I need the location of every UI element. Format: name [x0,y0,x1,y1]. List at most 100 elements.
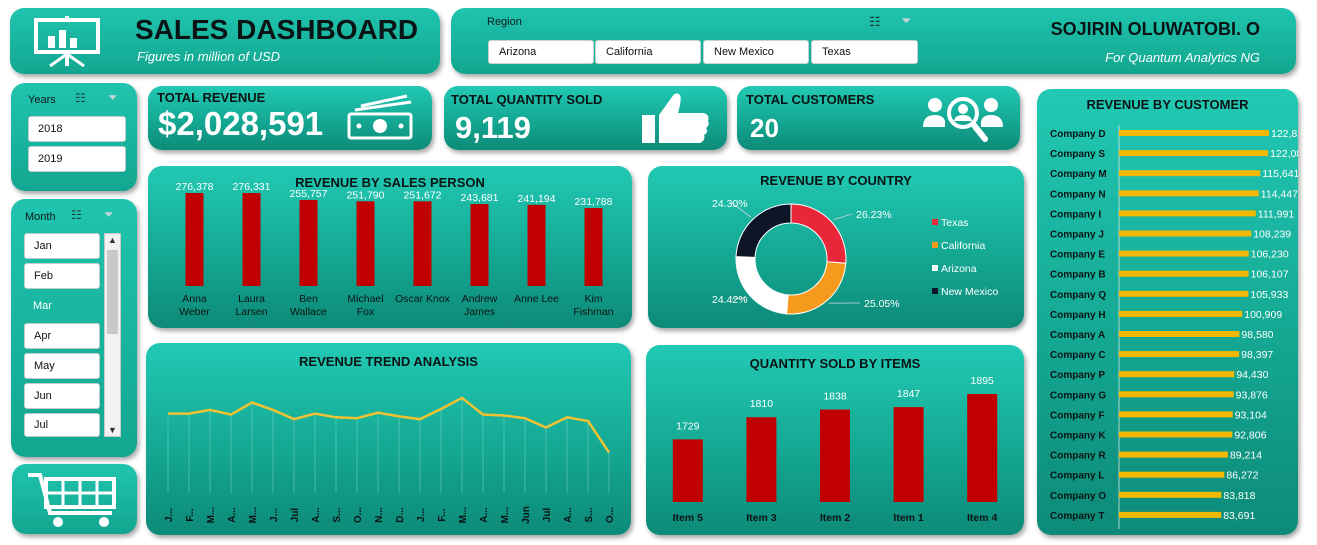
customer-bar-chart: Company D 122,821 Company S 122,085 Company … [1050,125,1298,529]
customer-bar-label: 114,447 [1261,188,1298,200]
customer-bar-label: 98,397 [1241,349,1273,361]
sales-bar [413,201,432,286]
legend-swatch [932,242,938,248]
customer-label: Company O [1050,491,1106,502]
region-chip-texas[interactable]: Texas [811,40,918,64]
customer-bar-label: 105,933 [1250,289,1288,301]
item-category-label: Item 2 [820,512,851,524]
years-slicer: Years ☷ ⏷ 2018 2019 [11,83,137,191]
customer-bar-label: 83,691 [1223,510,1255,522]
month-jan-button[interactable]: Jan [24,233,100,259]
page-subtitle: Figures in million of USD [137,49,281,64]
sales-bar-label: 243,681 [461,192,499,204]
trend-x-label: S... [332,507,343,522]
sales-bar-label: 276,331 [233,181,271,193]
customer-label: Company C [1050,350,1106,361]
customer-bar [1119,511,1222,518]
kpi-total-quantity: TOTAL QUANTITY SOLD 9,119 [444,86,727,150]
customer-label: Company K [1050,431,1106,442]
customer-bar [1119,170,1261,177]
sales-bar [185,193,204,286]
trend-x-label: A... [479,507,490,523]
country-donut-chart: 26.23% 25.05% 24.42% 24.30% Texas California A… [712,198,998,315]
cart-card [12,464,137,534]
region-chip-arizona[interactable]: Arizona [488,40,594,64]
sales-category-label: Anne Lee [514,293,559,305]
region-slicer-card: Region ☷ ⏷ Arizona California New Mexico… [451,8,1296,74]
year-2018-button[interactable]: 2018 [28,116,126,142]
trend-x-label: F... [437,508,448,522]
month-scrollbar[interactable]: ▲ ▼ [104,233,121,437]
legend-label: Arizona [941,263,977,275]
sales-category-label: Weber [179,306,210,318]
customer-label: Company A [1050,330,1105,341]
item-bar [672,439,703,502]
multi-select-icon[interactable]: ☷ [71,208,82,222]
clear-filter-icon[interactable]: ⏷ [901,13,911,29]
sales-category-label: Anna [182,293,207,305]
kpi-revenue-value: $2,028,591 [158,105,324,142]
sales-person-chart: 276,378 AnnaWeber 276,331 LauraLarsen 255,75… [176,181,614,318]
customer-bar-label: 94,430 [1236,369,1268,381]
item-bar-label: 1838 [823,391,847,403]
customer-bar [1119,371,1235,378]
customer-bar [1119,230,1252,237]
trend-x-label: J... [416,508,427,522]
sales-category-label: Kim [584,293,602,305]
sales-category-label: Michael [347,293,383,305]
region-chip-new-mexico[interactable]: New Mexico [703,40,809,64]
trend-chart-card: REVENUE TREND ANALYSIS J... F... M... A... M… [146,343,631,535]
customer-bar [1119,451,1228,458]
clear-filter-icon[interactable]: ⏷ [108,90,118,105]
item-category-label: Item 3 [746,512,777,524]
sales-category-label: Fox [357,306,375,318]
sales-category-label: Oscar Knox [395,293,451,305]
customer-label: Company E [1050,250,1105,261]
customer-label: Company G [1050,390,1106,401]
sales-bar [299,199,318,286]
customer-bar-label: 122,085 [1270,148,1298,160]
month-jun-button[interactable]: Jun [24,383,100,409]
sales-bar-label: 251,790 [347,189,385,201]
month-apr-button[interactable]: Apr [24,323,100,349]
country-chart-card: REVENUE BY COUNTRY 26.23% 25.05% 24.42% 24.… [648,166,1024,328]
trend-x-label: Jul [542,508,553,523]
trend-x-label: A... [311,507,322,523]
country-slice-label: 24.30% [712,198,748,210]
customer-bar-label: 106,230 [1251,249,1289,261]
customer-label: Company L [1050,471,1104,482]
customer-label: Company B [1050,270,1106,281]
shopping-cart-icon [28,473,116,527]
items-bar-chart: 1729 Item 5 1810 Item 3 1838 Item 2 1847 Item 1… [672,375,998,524]
sales-category-label: Fishman [573,306,613,318]
month-mar-button[interactable]: Mar [33,300,52,312]
scroll-up-icon[interactable]: ▲ [108,235,117,245]
month-feb-button[interactable]: Feb [24,263,100,289]
customer-label: Company M [1050,169,1107,180]
customer-bar-label: 108,239 [1253,229,1291,241]
sales-person-chart-card: REVENUE BY SALES PERSON 276,378 Anna Weber… [148,166,632,328]
thumbs-up-icon [642,93,709,143]
customer-bar-label: 98,580 [1241,329,1273,341]
scroll-thumb[interactable] [107,250,118,334]
year-2019-button[interactable]: 2019 [28,146,126,172]
customer-bar [1119,150,1269,157]
item-category-label: Item 1 [893,512,924,524]
sales-category-label: Andrew [462,293,498,305]
country-slice-label: 26.23% [856,209,892,221]
legend-label: Texas [941,217,968,229]
month-may-button[interactable]: May [24,353,100,379]
scroll-down-icon[interactable]: ▼ [108,425,117,435]
month-jul-button[interactable]: Jul [24,413,100,437]
customer-label: Company Q [1050,290,1106,301]
multi-select-icon[interactable]: ☷ [75,91,86,105]
trend-x-label: D... [395,507,406,523]
customer-bar-label: 106,107 [1251,269,1289,281]
region-chip-california[interactable]: California [595,40,701,64]
multi-select-icon[interactable]: ☷ [869,14,881,30]
sales-bar [242,193,261,286]
trend-line-chart: J... F... M... A... M... J... Jul A... S... O... N… [164,396,616,524]
sales-bar [470,204,489,286]
customer-bar-label: 86,272 [1226,470,1258,482]
clear-filter-icon[interactable]: ⏷ [104,207,114,222]
